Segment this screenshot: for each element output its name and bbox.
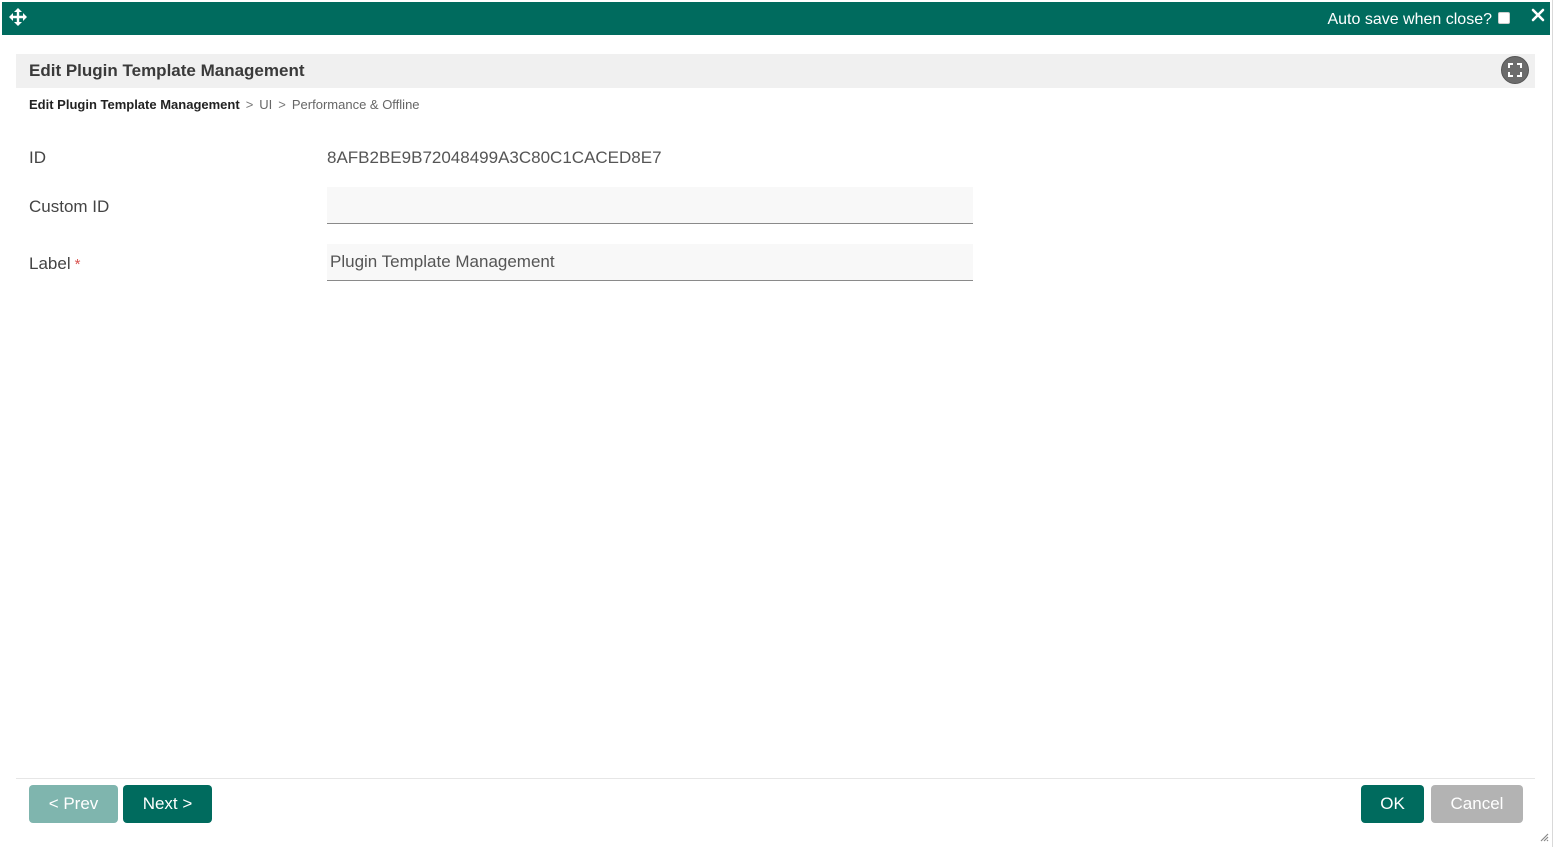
breadcrumb-item-performance-offline[interactable]: Performance & Offline [292,97,420,112]
prev-button[interactable]: < Prev [29,785,118,823]
dialog-titlebar[interactable]: Auto save when close? [2,2,1550,35]
move-arrows-icon[interactable] [8,7,28,27]
label-field-label: Label * [29,254,80,274]
breadcrumb: Edit Plugin Template Management > UI > P… [29,97,420,112]
custom-id-label: Custom ID [29,197,110,216]
breadcrumb-separator: > [245,97,254,112]
autosave-label: Auto save when close? [1327,11,1492,28]
autosave-option: Auto save when close? [1327,10,1510,30]
label-field-text: Label [29,254,71,273]
breadcrumb-item-ui[interactable]: UI [259,97,272,112]
fullscreen-button[interactable] [1501,56,1529,84]
breadcrumb-root[interactable]: Edit Plugin Template Management [29,97,240,112]
autosave-checkbox[interactable] [1498,12,1510,24]
custom-id-input[interactable] [327,187,973,224]
panel-header: Edit Plugin Template Management [16,54,1535,88]
page-title: Edit Plugin Template Management [29,61,305,80]
id-label: ID [29,148,46,167]
id-value: 8AFB2BE9B72048499A3C80C1CACED8E7 [327,148,662,167]
ok-button[interactable]: OK [1361,785,1424,823]
dialog-right-border [1552,0,1553,847]
next-button[interactable]: Next > [123,785,212,823]
fullscreen-icon [1508,63,1522,77]
close-icon[interactable] [1530,7,1546,23]
resize-handle-icon[interactable] [1539,832,1549,842]
cancel-button[interactable]: Cancel [1431,785,1523,823]
required-marker: * [74,256,81,273]
footer-divider [16,778,1535,779]
breadcrumb-separator: > [278,97,286,112]
label-input[interactable] [327,244,973,281]
